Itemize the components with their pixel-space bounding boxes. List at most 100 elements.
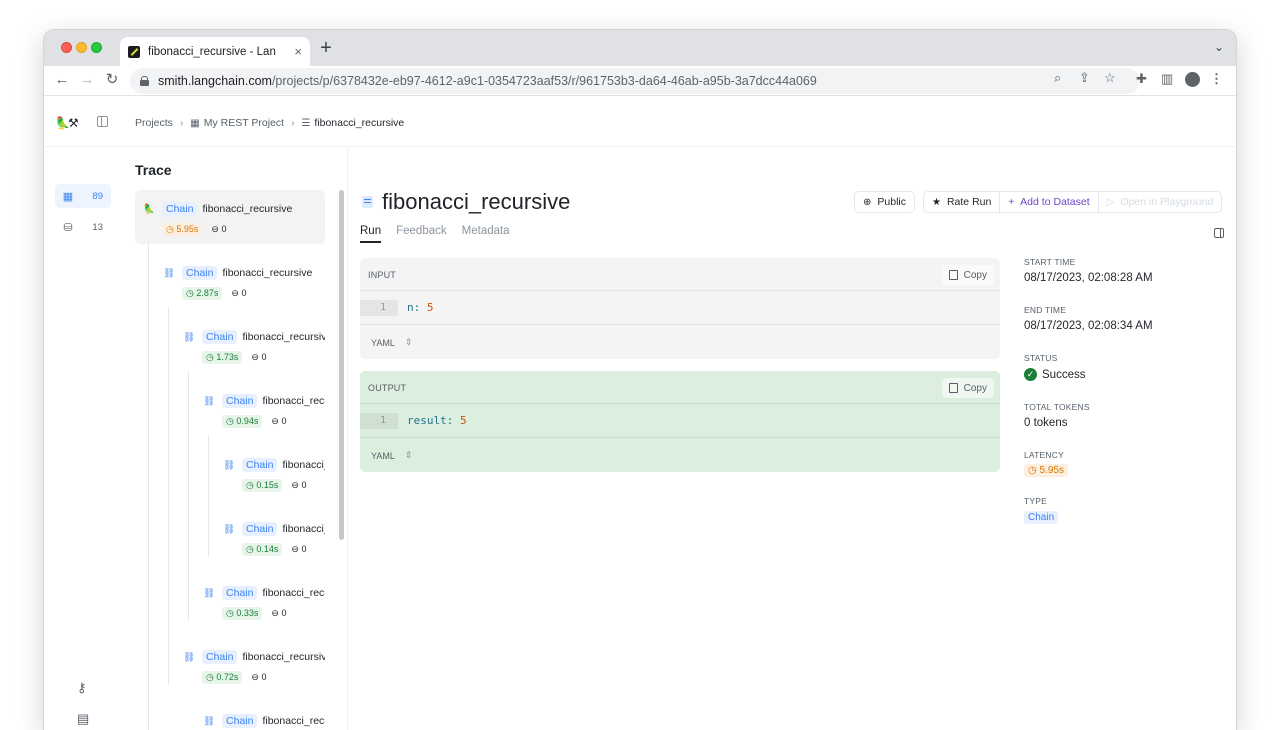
latency-badge: ◷ 0.72s (202, 671, 243, 684)
chevron-right-icon: › (179, 117, 184, 129)
run-name: fibonacci_recursive (262, 715, 325, 727)
format-label: YAML (371, 337, 395, 348)
latency-value: 0.33s (236, 608, 259, 618)
output-code[interactable]: 1 result: 5 (360, 405, 1000, 438)
side-panel-icon[interactable]: ▥ (1161, 71, 1173, 87)
public-button[interactable]: ⊕ Public (854, 191, 915, 213)
bookmark-star-icon[interactable]: ☆ (1104, 70, 1116, 86)
copy-output-button[interactable]: Copy (941, 378, 994, 398)
run-title: fibonacci_recursive (382, 189, 571, 214)
token-count: ⊖ 0 (271, 608, 287, 618)
start-time-value: 08/17/2023, 02:08:28 AM (1024, 272, 1153, 284)
trace-node[interactable]: ⛓ Chain fibonacci_recursive ◷ 0.33s ⊖ 0 (195, 574, 325, 628)
latency-value: 2.87s (196, 288, 219, 298)
url-host: smith.langchain.com (158, 74, 272, 88)
trace-node[interactable]: ⛓ Chain fibonacci_recursive ◷ 2.87s ⊖ 0 (155, 254, 325, 308)
chevron-up-down-icon: ⇕ (404, 337, 413, 347)
chain-link-icon: ⛓ (223, 523, 236, 535)
line-number: 1 (360, 300, 398, 316)
close-window-button[interactable] (61, 42, 72, 53)
run-name: fibonacci_recursive (282, 523, 325, 535)
run-type-badge: Chain (202, 330, 238, 344)
chevron-right-icon: › (291, 117, 295, 129)
trace-scrollbar[interactable] (339, 190, 344, 540)
nav-item-projects[interactable]: ▦ 89 (55, 184, 111, 208)
left-nav: ▦ 89 ⛁ 13 ⚷ ▤ (44, 147, 123, 730)
tab-title: fibonacci_recursive - LangSmith (148, 45, 276, 58)
trace-node[interactable]: ⛓ Chain fibonacci_recursive ◷ 1.73s ⊖ 0 (175, 318, 325, 372)
address-bar[interactable]: smith.langchain.com/projects/p/6378432e-… (130, 68, 1140, 94)
output-panel: OUTPUT Copy 1 result: 5 YAML ⇕ (360, 371, 1000, 472)
tab-feedback[interactable]: Feedback (396, 225, 447, 243)
nav-count: 89 (92, 190, 103, 202)
langsmith-logo-icon[interactable]: 🦜⚒ (55, 116, 79, 130)
breadcrumb-projects[interactable]: Projects (135, 117, 173, 129)
minimize-window-button[interactable] (76, 42, 87, 53)
trace-node[interactable]: ⛓ Chain fibonacci_recursive ◷ 0.15s ⊖ 0 (215, 446, 325, 500)
latency-value: 5.95s (1039, 465, 1064, 476)
trace-node[interactable]: ⛓ Chain fibonacci_recursive ◷ 0.94s ⊖ 0 (195, 382, 325, 436)
output-label: OUTPUT (368, 383, 407, 393)
token-value: 0 (221, 224, 227, 234)
panel-divider (347, 147, 348, 730)
forward-arrow-icon[interactable]: → (77, 70, 97, 90)
latency-badge: ◷ 0.15s (242, 479, 283, 492)
tab-run[interactable]: Run (360, 225, 382, 243)
profile-avatar-icon[interactable] (1185, 72, 1200, 87)
copy-input-button[interactable]: Copy (941, 265, 994, 285)
new-tab-button[interactable]: + (316, 38, 336, 58)
status-value: ✓ Success (1024, 368, 1085, 381)
yaml-value: 5 (426, 301, 434, 314)
play-icon: ▷ (1106, 196, 1115, 208)
nav-item-datasets[interactable]: ⛁ 13 (55, 215, 111, 239)
token-value: 0 (281, 608, 287, 618)
token-count: ⊖ 0 (251, 352, 267, 362)
run-type-badge: Chain (202, 650, 238, 664)
langsmith-app: 🦜⚒ Projects › ▦ My REST Project › ☰ fibo… (44, 97, 1236, 730)
parrot-icon: 🦜 (143, 203, 155, 215)
run-type-badge: Chain (242, 522, 278, 536)
check-circle-icon: ✓ (1024, 368, 1037, 381)
open-in-playground-button[interactable]: ▷ Open in Playground (1098, 191, 1223, 213)
browser-window: fibonacci_recursive - LangSmith × + ⌄ ← … (44, 30, 1236, 730)
tab-search-chevron-icon[interactable]: ⌄ (1214, 40, 1224, 54)
copy-label: Copy (963, 382, 987, 394)
tab-close-icon[interactable]: × (294, 44, 302, 59)
chain-link-icon: ⛓ (203, 395, 216, 407)
zoom-search-icon[interactable]: ⌕ (1054, 70, 1061, 86)
nav-count: 13 (92, 221, 103, 233)
trace-node[interactable]: 🦜 Chain fibonacci_recursive ◷ 5.95s ⊖ 0 (135, 190, 325, 244)
toggle-sidebar-icon[interactable] (1214, 228, 1224, 238)
browser-menu-icon[interactable]: ⋮ (1210, 71, 1223, 87)
back-arrow-icon[interactable]: ← (52, 70, 72, 90)
run-type-badge: Chain (222, 714, 258, 728)
tab-metadata[interactable]: Metadata (462, 225, 510, 243)
token-value: 0 (241, 288, 247, 298)
add-to-dataset-button[interactable]: + Add to Dataset (1000, 191, 1099, 213)
lock-icon (140, 76, 149, 86)
rate-run-button[interactable]: ★ Rate Run (923, 191, 1001, 213)
format-select[interactable]: YAML ⇕ (371, 337, 412, 348)
url-path: /projects/p/6378432e-eb97-4612-a9c1-0354… (271, 74, 817, 88)
extensions-puzzle-icon[interactable]: ✚ (1136, 71, 1147, 87)
key-icon[interactable]: ⚷ (77, 680, 87, 696)
browser-tab[interactable]: fibonacci_recursive - LangSmith × (120, 37, 310, 66)
line-number: 1 (360, 413, 398, 429)
share-icon[interactable]: ⇪ (1079, 70, 1090, 86)
latency-badge: ◷ 0.14s (242, 543, 283, 556)
reload-icon[interactable]: ↻ (102, 70, 122, 90)
yaml-key: result: (407, 414, 454, 427)
chain-link-icon: ⛓ (203, 587, 216, 599)
format-select[interactable]: YAML ⇕ (371, 450, 412, 461)
maximize-window-button[interactable] (91, 42, 102, 53)
status-text: Success (1042, 368, 1086, 381)
breadcrumb-project[interactable]: My REST Project (204, 117, 284, 129)
trace-node[interactable]: ⛓ Chain fibonacci_recursive (195, 702, 325, 730)
trace-node[interactable]: ⛓ Chain fibonacci_recursive ◷ 0.14s ⊖ 0 (215, 510, 325, 564)
breadcrumb: Projects › ▦ My REST Project › ☰ fibonac… (135, 117, 404, 129)
run-type-badge: Chain (182, 266, 218, 280)
input-code[interactable]: 1 n: 5 (360, 292, 1000, 325)
collapse-sidebar-icon[interactable] (97, 116, 108, 127)
trace-node[interactable]: ⛓ Chain fibonacci_recursive ◷ 0.72s ⊖ 0 (175, 638, 325, 692)
document-icon[interactable]: ▤ (77, 711, 89, 727)
